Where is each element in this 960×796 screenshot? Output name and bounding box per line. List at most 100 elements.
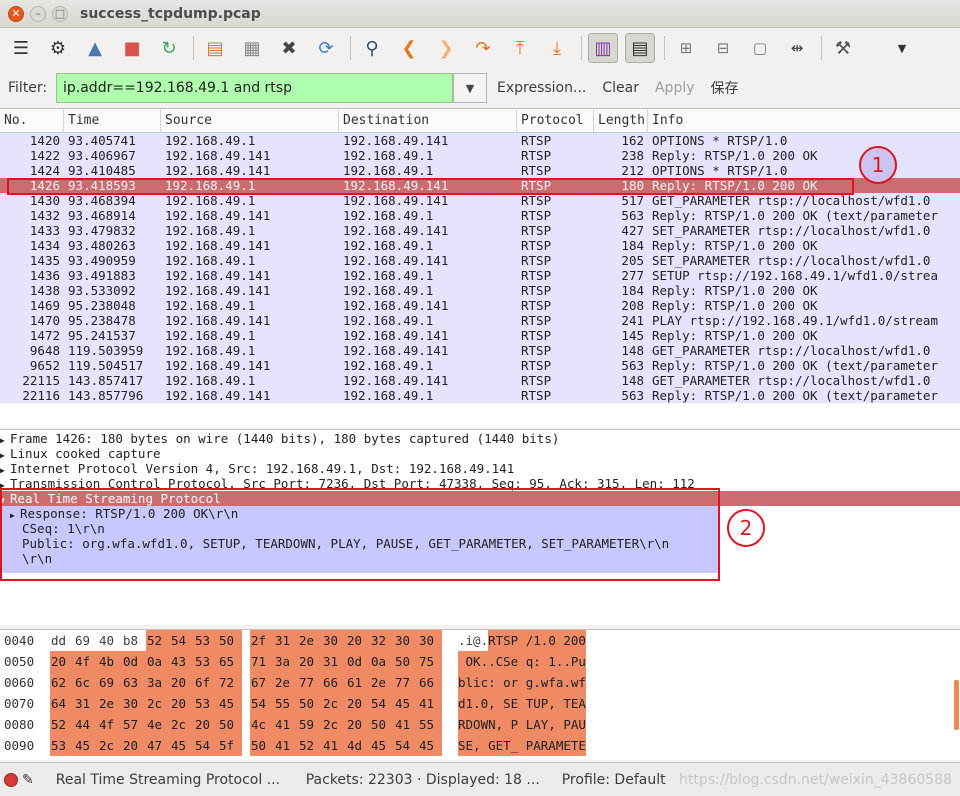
hex-byte: 2f: [250, 630, 274, 651]
hex-byte: b8: [123, 633, 139, 648]
detail-linux[interactable]: ▶ Linux cooked capture: [0, 446, 960, 461]
hex-byte: 0a: [370, 651, 394, 672]
expression-button[interactable]: Expression...: [497, 80, 586, 96]
table-row[interactable]: 1470 95.238478 192.168.49.141 192.168.49.1 R…: [0, 313, 960, 328]
byte-ascii[interactable]: OK..CSe q: 1..Pu: [452, 651, 586, 672]
clear-button[interactable]: Clear: [602, 80, 639, 96]
cell-info: OPTIONS * RTSP/1.0: [652, 163, 788, 178]
maximize-window-icon[interactable]: □: [52, 5, 68, 22]
detail-frame[interactable]: ▶ Frame 1426: 180 bytes on wire (1440 bit…: [0, 431, 960, 446]
cell-no: 1424: [29, 163, 60, 178]
resize-columns-icon[interactable]: ⇹: [782, 33, 812, 63]
packet-list[interactable]: No. Time Source Destination Protocol Len…: [0, 108, 960, 428]
first-icon[interactable]: ⤒: [505, 33, 535, 63]
colorize-icon[interactable]: ▥: [588, 33, 618, 63]
column-header-info[interactable]: Info: [648, 109, 960, 132]
stop-icon[interactable]: ■: [117, 33, 147, 63]
reload-icon[interactable]: ⟳: [311, 33, 341, 63]
save-filter-button[interactable]: 保存: [711, 78, 739, 98]
table-row[interactable]: 1432 93.468914 192.168.49.141 192.168.49.1 R…: [0, 208, 960, 223]
autoscroll-icon[interactable]: ▤: [625, 33, 655, 63]
forward-icon[interactable]: ❯: [431, 33, 461, 63]
restart-icon[interactable]: ↻: [154, 33, 184, 63]
byte-ascii[interactable]: d1.0, SE TUP, TEA: [452, 693, 586, 714]
byte-ascii[interactable]: blic: or g.wfa.wf: [452, 672, 586, 693]
table-row[interactable]: 9648 119.503959 192.168.49.1 192.168.49.141…: [0, 343, 960, 358]
find-icon[interactable]: ⚲: [357, 33, 387, 63]
column-header-length[interactable]: Length: [594, 109, 648, 132]
close-icon[interactable]: ✖: [274, 33, 304, 63]
byte-hex[interactable]: 64 31 2e 30 2c 20 53 45 54 55 50 2c 20 54 45 41: [50, 693, 452, 714]
hex-byte: 72: [218, 672, 242, 693]
column-header-time[interactable]: Time: [64, 109, 161, 132]
apply-button[interactable]: Apply: [655, 80, 695, 96]
last-icon[interactable]: ⤓: [542, 33, 572, 63]
cell-info: PLAY rtsp://192.168.49.1/wfd1.0/stream: [652, 313, 938, 328]
table-row[interactable]: 1438 93.533092 192.168.49.141 192.168.49.1 R…: [0, 283, 960, 298]
cell-dst: 192.168.49.141: [343, 133, 449, 148]
table-row[interactable]: 22116 143.857796 192.168.49.141 192.168.49.…: [0, 388, 960, 403]
goto-icon[interactable]: ↷: [468, 33, 498, 63]
packet-rows: 1420 93.405741 192.168.49.1 192.168.49.141 R…: [0, 133, 960, 403]
open-icon[interactable]: ▤: [200, 33, 230, 63]
preferences-icon[interactable]: ⚒: [828, 33, 858, 63]
back-icon[interactable]: ❮: [394, 33, 424, 63]
cell-dst: 192.168.49.1: [343, 268, 434, 283]
table-row[interactable]: 22115 143.857417 192.168.49.1 192.168.49.14…: [0, 373, 960, 388]
byte-hex[interactable]: dd 69 40 b8 52 54 53 50 2f 31 2e 30 20 32 30 30: [50, 630, 452, 651]
zoom-out-icon[interactable]: ⊟: [708, 33, 738, 63]
cell-len: 427: [621, 223, 644, 238]
byte-hex[interactable]: 52 44 4f 57 4e 2c 20 50 4c 41 59 2c 20 50 41 55: [50, 714, 452, 735]
column-header-source[interactable]: Source: [161, 109, 339, 132]
toolbar-overflow-icon[interactable]: ▼: [887, 33, 917, 63]
cell-len: 184: [621, 283, 644, 298]
zoom-in-icon[interactable]: ⊞: [671, 33, 701, 63]
options-icon[interactable]: ⚙: [43, 33, 73, 63]
table-row[interactable]: 1472 95.241537 192.168.49.1 192.168.49.141 R…: [0, 328, 960, 343]
table-row[interactable]: 1435 93.490959 192.168.49.1 192.168.49.141 R…: [0, 253, 960, 268]
expert-info-icon[interactable]: [4, 772, 18, 787]
table-row[interactable]: 1433 93.479832 192.168.49.1 192.168.49.141 R…: [0, 223, 960, 238]
hex-byte: 20: [170, 693, 194, 714]
cell-len: 563: [621, 208, 644, 223]
table-row[interactable]: 1434 93.480263 192.168.49.141 192.168.49.1 R…: [0, 238, 960, 253]
table-row[interactable]: 1469 95.238048 192.168.49.1 192.168.49.141 R…: [0, 298, 960, 313]
column-header-protocol[interactable]: Protocol: [517, 109, 594, 132]
interfaces-icon[interactable]: ☰: [6, 33, 36, 63]
table-row[interactable]: 1436 93.491883 192.168.49.141 192.168.49.1 R…: [0, 268, 960, 283]
hex-byte: 41: [274, 735, 298, 756]
hex-byte: 20: [346, 714, 370, 735]
packet-bytes[interactable]: 0040 dd 69 40 b8 52 54 53 50 2f 31 2e 30 20 32 30 30 .i@.…: [0, 629, 960, 760]
table-row[interactable]: 1420 93.405741 192.168.49.1 192.168.49.141 R…: [0, 133, 960, 148]
capture-comment-icon[interactable]: ✎: [22, 772, 34, 788]
column-header-no[interactable]: No.: [0, 109, 64, 132]
main-toolbar: ☰ ⚙ ▲ ■ ↻ ▤ ▦ ✖ ⟳ ⚲ ❮ ❯ ↷ ⤒ ⤓ ▥ ▤ ⊞ ⊟ ▢ …: [0, 29, 960, 67]
bytes-scrollbar[interactable]: [954, 680, 959, 730]
byte-ascii[interactable]: RDOWN, P LAY, PAU: [452, 714, 586, 735]
table-row[interactable]: 1424 93.410485 192.168.49.141 192.168.49.1 R…: [0, 163, 960, 178]
status-profile[interactable]: Profile: Default: [562, 772, 666, 788]
cell-dst: 192.168.49.141: [343, 193, 449, 208]
detail-ip[interactable]: ▶ Internet Protocol Version 4, Src: 192.1…: [0, 461, 960, 476]
byte-ascii[interactable]: .i@. RTSP /1.0 200: [452, 630, 586, 651]
start-icon[interactable]: ▲: [80, 33, 110, 63]
filter-input[interactable]: ip.addr==192.168.49.1 and rtsp: [56, 73, 453, 103]
annotation-badge-1: 1: [859, 146, 897, 184]
table-row[interactable]: 1422 93.406967 192.168.49.141 192.168.49.1 R…: [0, 148, 960, 163]
table-row[interactable]: 9652 119.504517 192.168.49.141 192.168.49.1…: [0, 358, 960, 373]
minimize-window-icon[interactable]: –: [30, 5, 46, 22]
byte-hex[interactable]: 53 45 2c 20 47 45 54 5f 50 41 52 41 4d 45 54 45: [50, 735, 452, 756]
byte-ascii[interactable]: SE, GET_ PARAMETE: [452, 735, 586, 756]
close-window-icon[interactable]: ✕: [8, 5, 24, 22]
normal-size-icon[interactable]: ▢: [745, 33, 775, 63]
filter-dropdown-icon[interactable]: ▼: [453, 73, 487, 103]
hex-byte: 45: [394, 693, 418, 714]
save-icon[interactable]: ▦: [237, 33, 267, 63]
byte-hex[interactable]: 62 6c 69 63 3a 20 6f 72 67 2e 77 66 61 2e 77 66: [50, 672, 452, 693]
cell-info: SET_PARAMETER rtsp://localhost/wfd1.0: [652, 223, 931, 238]
byte-hex[interactable]: 20 4f 4b 0d 0a 43 53 65 71 3a 20 31 0d 0a 50 75: [50, 651, 452, 672]
cell-no: 1420: [29, 133, 60, 148]
cell-proto: RTSP: [521, 223, 552, 238]
column-header-destination[interactable]: Destination: [339, 109, 517, 132]
table-row[interactable]: 1430 93.468394 192.168.49.1 192.168.49.141 R…: [0, 193, 960, 208]
